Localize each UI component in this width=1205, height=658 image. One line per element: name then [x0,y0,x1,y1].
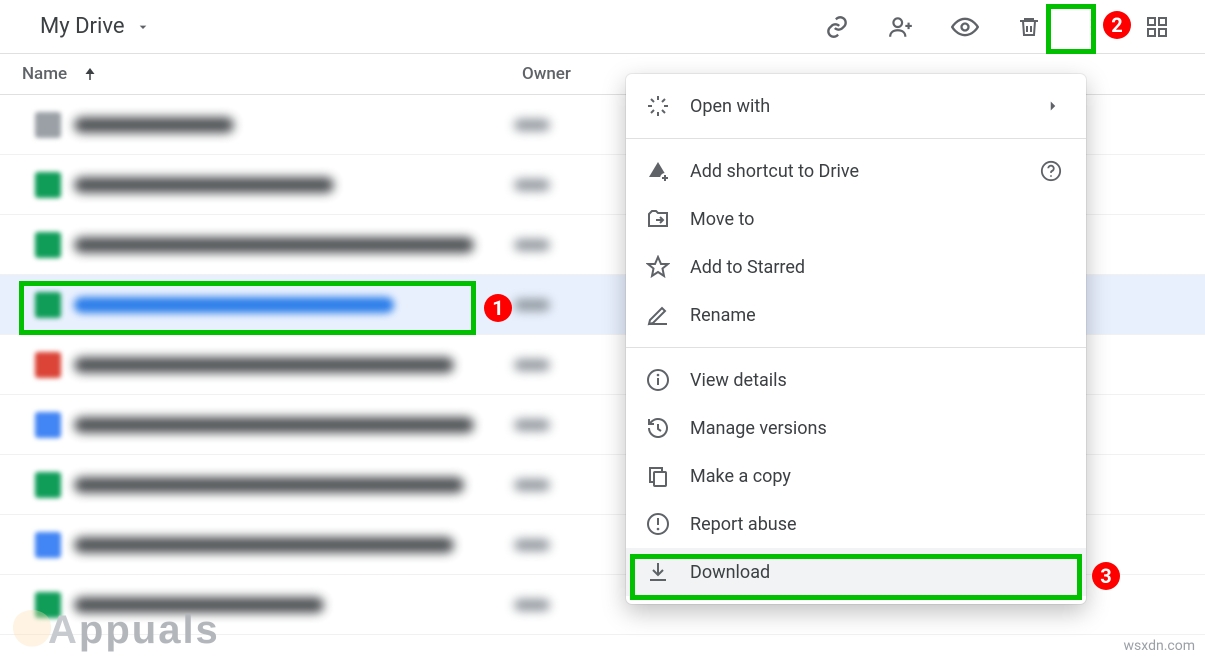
column-name[interactable]: Name [22,64,522,84]
file-type-icon [35,292,61,318]
star-icon [646,255,690,279]
owner-blurred [514,239,550,251]
history-icon [646,416,690,440]
menu-add-starred[interactable]: Add to Starred [626,243,1086,291]
menu-view-details[interactable]: View details [626,356,1086,404]
get-link-button[interactable] [819,9,855,45]
owner-blurred [514,599,550,611]
file-type-icon [35,532,61,558]
watermark: wsxdn.com [1124,638,1195,654]
file-name-blurred [74,117,234,133]
menu-add-shortcut-label: Add shortcut to Drive [690,161,1040,182]
source-logo: Appuals [10,608,220,654]
owner-blurred [514,119,550,131]
file-name-blurred [74,357,454,373]
menu-make-copy-label: Make a copy [690,466,1062,487]
menu-rename-label: Rename [690,305,1062,326]
trash-button[interactable] [1011,9,1047,45]
file-type-icon [35,472,61,498]
menu-add-starred-label: Add to Starred [690,257,1062,278]
menu-report-abuse-label: Report abuse [690,514,1062,535]
chevron-down-icon [135,19,151,35]
owner-blurred [514,479,550,491]
drive-shortcut-icon [646,159,690,183]
info-icon [646,368,690,392]
report-icon [646,512,690,536]
file-type-icon [35,412,61,438]
annotation-badge-3: 3 [1092,562,1120,590]
file-type-icon [35,232,61,258]
menu-separator [626,347,1086,348]
menu-download-label: Download [690,562,1062,583]
context-menu: Open with Add shortcut to Drive Move to … [626,74,1086,604]
menu-report-abuse[interactable]: Report abuse [626,500,1086,548]
preview-button[interactable] [947,9,983,45]
help-icon[interactable] [1040,160,1062,182]
annotation-badge-1: 1 [484,294,512,322]
file-name-blurred [74,477,464,493]
menu-manage-versions-label: Manage versions [690,418,1062,439]
file-type-icon [35,112,61,138]
file-name-blurred [74,297,394,313]
owner-blurred [514,179,550,191]
column-owner-label: Owner [522,64,571,84]
owner-blurred [514,539,550,551]
download-icon [646,560,690,584]
file-name-blurred [74,417,474,433]
file-type-icon [35,172,61,198]
file-name-blurred [74,177,334,193]
breadcrumb-title: My Drive [40,14,125,39]
move-to-icon [646,207,690,231]
sort-arrow-icon [81,65,99,83]
menu-add-shortcut[interactable]: Add shortcut to Drive [626,147,1086,195]
menu-open-with[interactable]: Open with [626,82,1086,130]
file-name-blurred [74,237,474,253]
file-type-icon [35,352,61,378]
column-name-label: Name [22,64,67,84]
rename-icon [646,303,690,327]
owner-blurred [514,419,550,431]
top-bar: My Drive [0,0,1205,54]
open-with-icon [646,94,690,118]
owner-blurred [514,299,550,311]
menu-download[interactable]: Download [626,548,1086,596]
menu-rename[interactable]: Rename [626,291,1086,339]
file-name-blurred [74,537,454,553]
menu-open-with-label: Open with [690,96,1044,117]
owner-blurred [514,359,550,371]
share-button[interactable] [883,9,919,45]
menu-manage-versions[interactable]: Manage versions [626,404,1086,452]
annotation-badge-2: 2 [1103,11,1131,39]
menu-separator [626,138,1086,139]
chevron-right-icon [1044,97,1062,115]
copy-icon [646,464,690,488]
menu-view-details-label: View details [690,370,1062,391]
menu-move-to[interactable]: Move to [626,195,1086,243]
breadcrumb[interactable]: My Drive [30,8,161,45]
view-toggle-button[interactable] [1139,9,1175,45]
menu-move-to-label: Move to [690,209,1062,230]
column-owner[interactable]: Owner [522,64,612,84]
menu-make-copy[interactable]: Make a copy [626,452,1086,500]
